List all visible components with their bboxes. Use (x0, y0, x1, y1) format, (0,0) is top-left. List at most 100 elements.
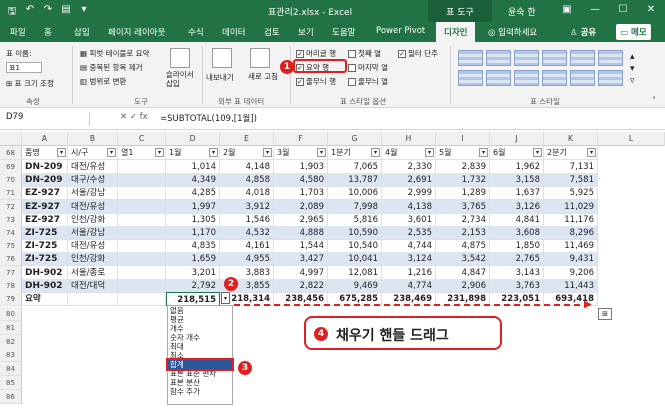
filter-dropdown-icon[interactable]: ▾ (155, 148, 164, 157)
row-number[interactable]: 75 (0, 239, 22, 254)
list-item[interactable]: 평균 (168, 315, 232, 324)
export-icon[interactable] (212, 48, 232, 68)
table-cell-value[interactable]: 3,201 (166, 265, 220, 280)
table-header-cell[interactable]: 품명 ▾ (22, 146, 68, 160)
table-cell-value[interactable]: 7,581 (544, 173, 598, 188)
column-header[interactable]: A (22, 132, 68, 146)
table-style-swatch[interactable] (542, 70, 567, 86)
pivot-summary-button[interactable]: ▦ 피벗 테이블로 요약 (80, 48, 149, 59)
table-cell-value[interactable]: 9,469 (328, 278, 382, 293)
table-style-swatch[interactable] (598, 70, 623, 86)
table-cell-value[interactable]: 2,999 (382, 186, 436, 201)
table-cell-value[interactable]: 4,835 (166, 239, 220, 254)
table-cell-value[interactable]: 1,216 (382, 265, 436, 280)
tab-help[interactable]: 도움말 (332, 26, 355, 38)
table-style-swatch[interactable] (570, 70, 595, 86)
insert-slicer-button[interactable]: 슬라이서 삽입 (166, 70, 196, 88)
table-cell-region[interactable]: 대전/유성 (68, 239, 118, 254)
name-box[interactable]: D79 (2, 112, 90, 126)
column-header[interactable]: K (544, 132, 598, 146)
tab-insert[interactable]: 삽입 (74, 26, 90, 38)
column-header[interactable]: I (436, 132, 490, 146)
table-header-cell[interactable]: 3월 ▾ (274, 146, 328, 160)
table-cell[interactable] (118, 239, 166, 254)
table-cell-value[interactable]: 2,734 (436, 212, 490, 227)
table-cell-value[interactable]: 5,816 (328, 212, 382, 227)
row-number[interactable]: 72 (0, 199, 22, 214)
summary-cell[interactable]: 218,515 (166, 292, 220, 306)
column-header[interactable]: D (166, 132, 220, 146)
table-cell-value[interactable]: 2,765 (490, 252, 544, 267)
list-item[interactable]: 없음 (168, 306, 232, 315)
quick-analysis-icon[interactable]: ⊞ (598, 308, 612, 320)
table-cell-code[interactable]: DH-902 (22, 265, 68, 280)
table-cell-region[interactable]: 대구/수성 (68, 173, 118, 188)
table-cell-code[interactable]: ZI-725 (22, 252, 68, 267)
table-header-cell[interactable]: 2월 ▾ (220, 146, 274, 160)
table-cell-value[interactable]: 4,018 (220, 186, 274, 201)
table-cell-value[interactable]: 7,065 (328, 160, 382, 174)
list-item[interactable]: 개수 (168, 324, 232, 333)
tab-review[interactable]: 검토 (264, 26, 280, 38)
table-cell-value[interactable]: 4,858 (220, 173, 274, 188)
table-cell-value[interactable]: 10,540 (328, 239, 382, 254)
table-cell-value[interactable]: 1,544 (274, 239, 328, 254)
table-cell-value[interactable]: 9,206 (544, 265, 598, 280)
row-number[interactable]: 86 (0, 389, 22, 404)
table-style-swatch[interactable] (598, 50, 623, 66)
memo-button[interactable]: ▭ 메모 (616, 24, 651, 40)
table-cell-value[interactable]: 3,601 (382, 212, 436, 227)
column-header[interactable]: H (382, 132, 436, 146)
ribbon-display-icon[interactable]: ▣ (553, 0, 581, 22)
table-cell-code[interactable]: DN-209 (22, 173, 68, 188)
table-cell-value[interactable]: 4,888 (274, 226, 328, 240)
table-cell-value[interactable]: 2,792 (166, 278, 220, 293)
banded-columns-checkbox[interactable]: 줄무늬 열 (348, 76, 388, 87)
table-cell-value[interactable]: 3,427 (274, 252, 328, 267)
row-number[interactable]: 78 (0, 278, 22, 293)
column-header[interactable]: J (490, 132, 544, 146)
maximize-icon[interactable]: ☐ (609, 0, 637, 22)
table-cell-value[interactable]: 4,774 (382, 278, 436, 293)
table-cell-value[interactable]: 3,763 (490, 278, 544, 293)
row-number[interactable]: 81 (0, 320, 22, 335)
table-cell-value[interactable]: 2,822 (274, 278, 328, 293)
refresh-button[interactable]: 새로 고침 (248, 72, 280, 81)
table-style-swatch[interactable] (486, 70, 511, 86)
table-cell[interactable] (118, 265, 166, 280)
list-item[interactable]: 함수 추가 (168, 387, 232, 396)
formula-input[interactable]: =SUBTOTAL(109,[1월]) (160, 112, 257, 124)
table-cell-region[interactable]: 인천/강화 (68, 252, 118, 267)
table-cell-value[interactable]: 3,765 (436, 199, 490, 214)
row-number[interactable]: 73 (0, 212, 22, 227)
filter-dropdown-icon[interactable]: ▾ (587, 148, 596, 157)
table-header-cell[interactable]: 시/구 ▾ (68, 146, 118, 160)
slicer-icon[interactable] (170, 48, 190, 68)
redo-icon[interactable]: ↷ (42, 4, 54, 21)
table-cell-value[interactable]: 4,841 (490, 212, 544, 227)
format-icon[interactable]: ▤ (60, 4, 72, 21)
table-cell-value[interactable]: 1,546 (220, 212, 274, 227)
table-cell-code[interactable]: ZI-725 (22, 239, 68, 254)
table-cell-value[interactable]: 2,153 (436, 226, 490, 240)
styles-more-icon[interactable]: ▿ (630, 76, 635, 86)
row-number[interactable]: 80 (0, 307, 22, 321)
summary-dropdown-arrow-icon[interactable]: ▾ (221, 292, 230, 304)
table-cell-value[interactable]: 2,906 (436, 278, 490, 293)
table-cell-value[interactable]: 1,903 (274, 160, 328, 174)
first-column-checkbox[interactable]: 첫째 열 (348, 48, 381, 59)
table-cell[interactable] (68, 292, 118, 306)
row-number[interactable]: 84 (0, 362, 22, 377)
table-cell-value[interactable]: 4,138 (382, 199, 436, 214)
table-cell-value[interactable]: 1,170 (166, 226, 220, 240)
tab-view[interactable]: 보기 (298, 26, 314, 38)
user-name[interactable]: 윤숙 한 (508, 5, 536, 18)
export-button[interactable]: 내보내기 (206, 72, 234, 83)
table-cell-value[interactable]: 3,542 (436, 252, 490, 267)
list-item[interactable]: 최대 (168, 342, 232, 351)
table-cell-value[interactable]: 11,469 (544, 239, 598, 254)
table-cell-code[interactable]: DH-902 (22, 278, 68, 293)
table-cell-value[interactable]: 3,912 (220, 199, 274, 214)
convert-range-button[interactable]: ▥ 범위로 변환 (80, 76, 126, 87)
table-cell-value[interactable]: 7,131 (544, 160, 598, 174)
